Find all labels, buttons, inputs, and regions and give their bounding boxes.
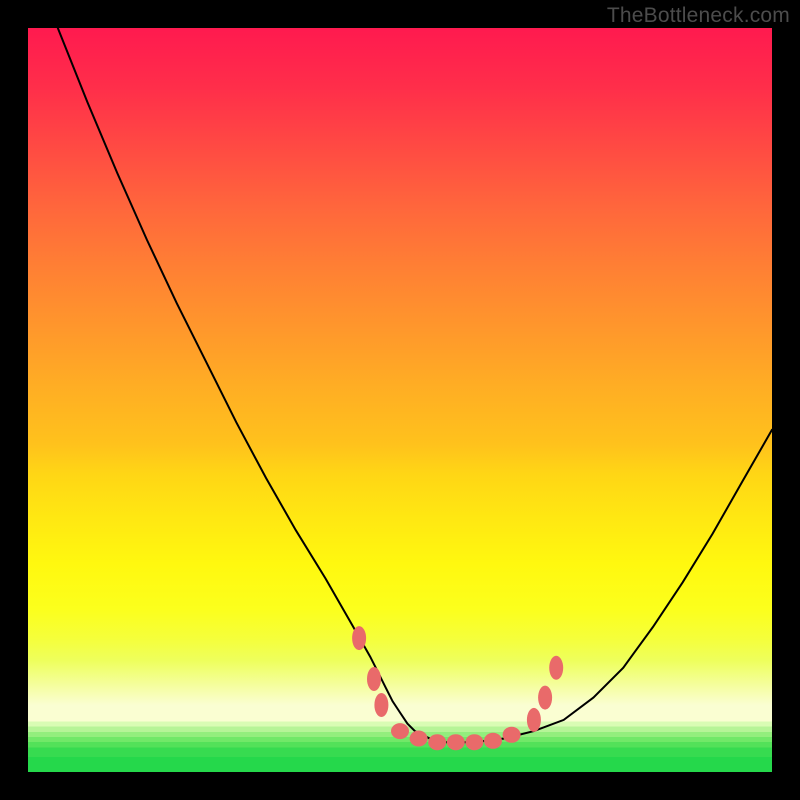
curve-marker	[549, 656, 563, 680]
curve-marker	[391, 723, 409, 739]
curve-marker	[428, 734, 446, 750]
curve-marker	[374, 693, 388, 717]
curve-layer	[28, 28, 772, 772]
curve-marker	[352, 626, 366, 650]
curve-marker	[367, 667, 381, 691]
curve-marker	[410, 731, 428, 747]
curve-marker	[538, 686, 552, 710]
curve-marker	[503, 727, 521, 743]
watermark-text: TheBottleneck.com	[607, 4, 790, 28]
bottleneck-curve	[58, 28, 772, 742]
chart-frame: TheBottleneck.com	[0, 0, 800, 800]
curve-marker	[447, 734, 465, 750]
curve-marker	[527, 708, 541, 732]
plot-area	[28, 28, 772, 772]
curve-marker	[465, 734, 483, 750]
curve-marker	[484, 733, 502, 749]
